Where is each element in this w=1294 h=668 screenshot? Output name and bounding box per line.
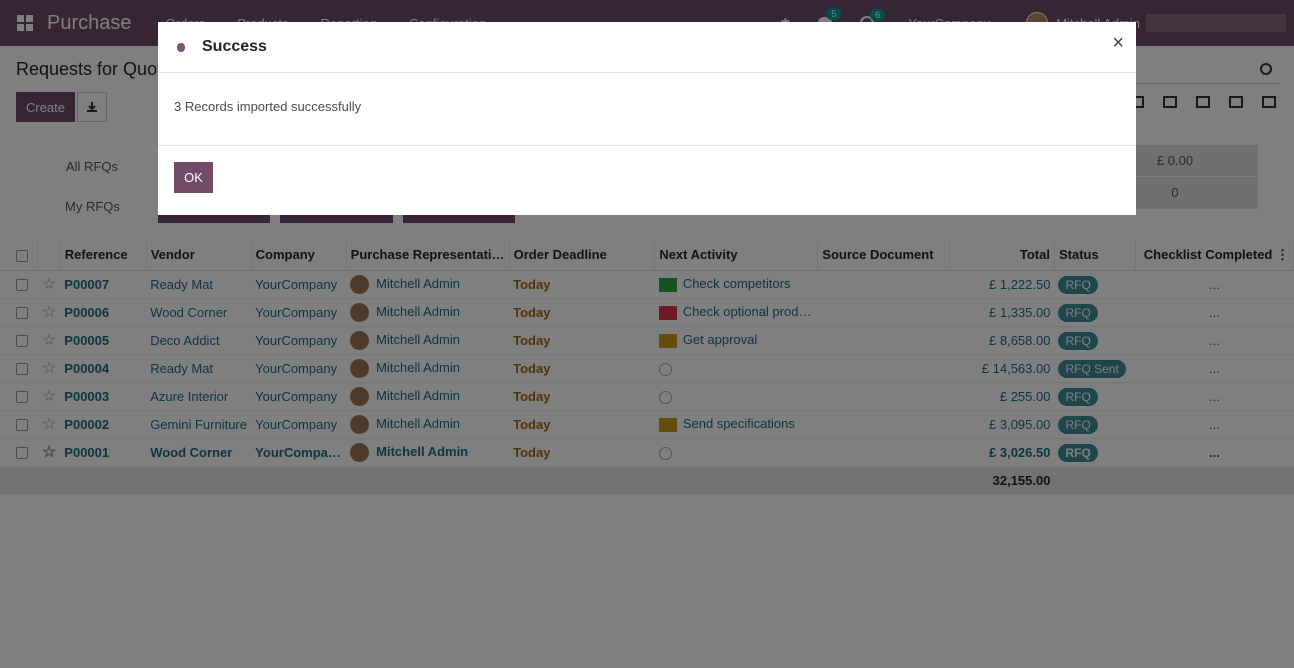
dialog-body: 3 Records imported successfully xyxy=(158,73,1136,146)
success-dialog: Success × 3 Records imported successfull… xyxy=(158,22,1136,215)
dialog-footer: OK xyxy=(158,146,1136,209)
dialog-message: 3 Records imported successfully xyxy=(174,99,362,114)
close-button[interactable]: × xyxy=(1112,32,1124,55)
dialog-header: Success × xyxy=(158,22,1136,73)
bug-icon xyxy=(175,41,187,53)
ok-button[interactable]: OK xyxy=(174,162,213,193)
dialog-title: Success xyxy=(202,38,267,55)
